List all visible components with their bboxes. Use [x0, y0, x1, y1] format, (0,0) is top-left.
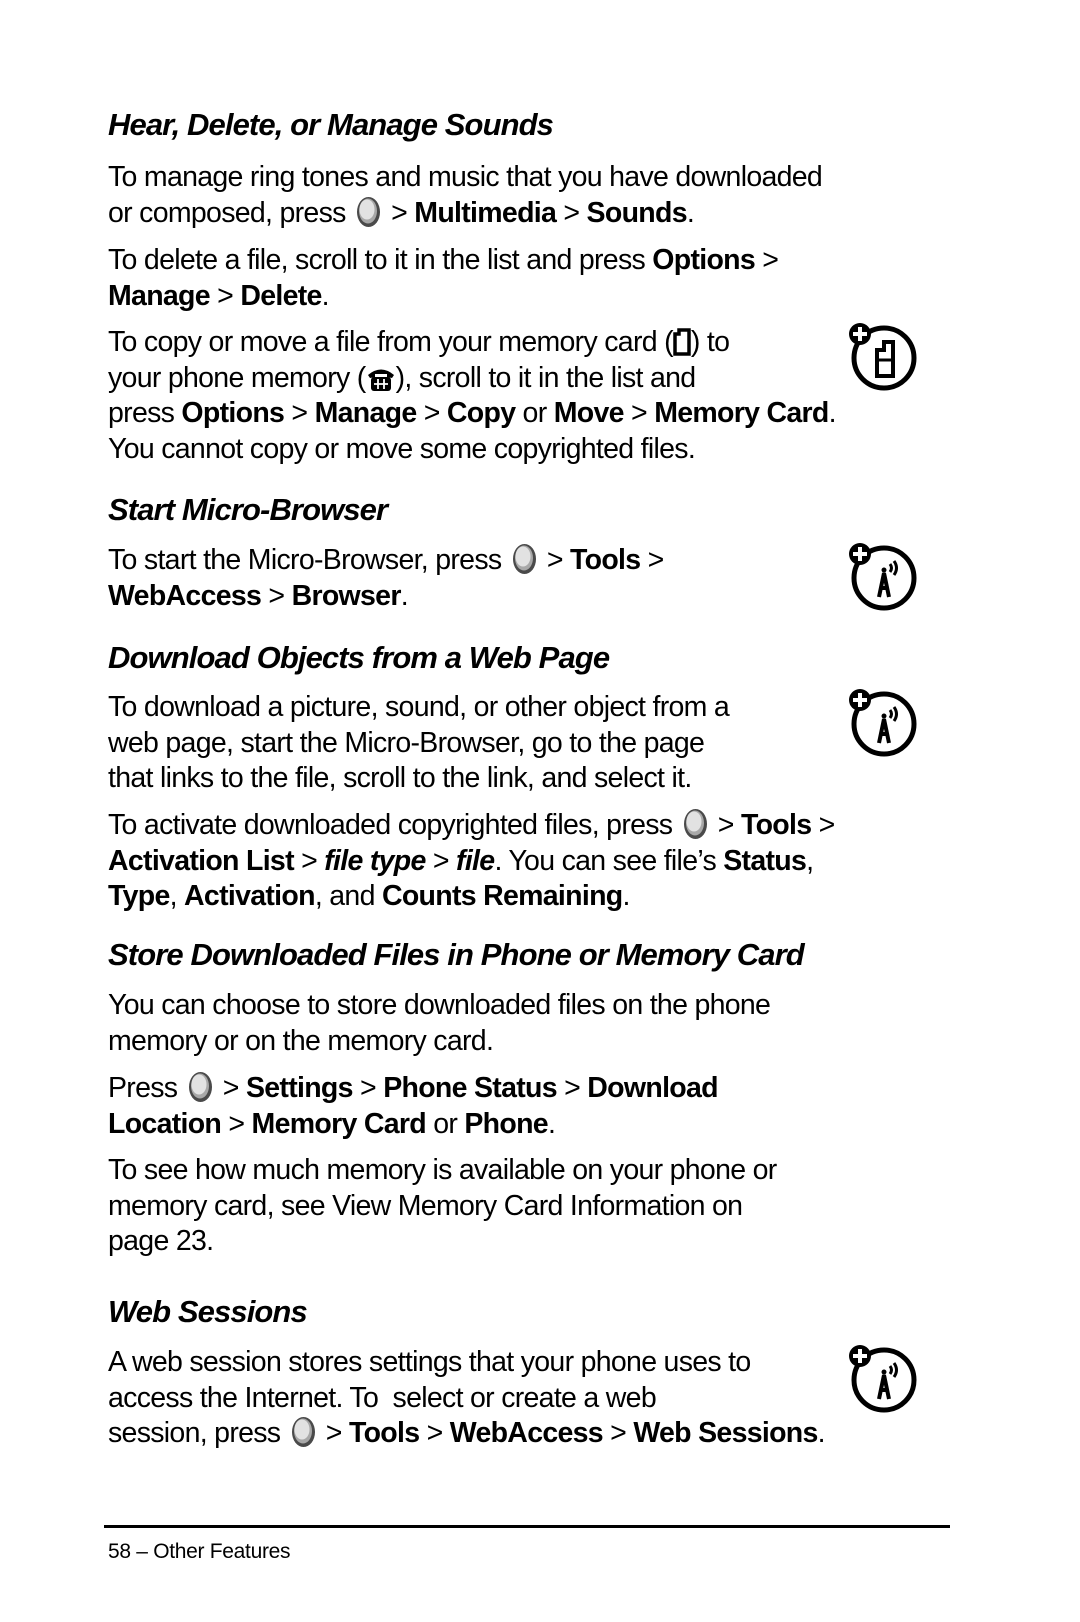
paragraph-activate-files: To activate downloaded copyrighted files…: [108, 808, 835, 912]
paragraph-download-location: Press > Settings > Phone Status > Downlo…: [108, 1071, 719, 1140]
menu-path-manage: Manage: [108, 279, 211, 312]
optional-feature-network-icon: [846, 686, 918, 758]
menu-path-sounds: Sounds: [586, 196, 688, 229]
paragraph-store-files: You can choose to store downloaded files…: [108, 989, 771, 1057]
phone-memory-icon: [367, 369, 394, 391]
section-heading-start-browser: Start Micro-Browser: [108, 492, 388, 527]
section-heading-download-objects: Download Objects from a Web Page: [108, 640, 610, 675]
menu-key-icon: [512, 543, 537, 575]
section-heading-web-sessions: Web Sessions: [108, 1294, 308, 1329]
menu-key-icon: [356, 196, 381, 228]
optional-feature-memory-card-icon: [846, 320, 918, 392]
paragraph-web-sessions: A web session stores settings that your …: [108, 1346, 826, 1449]
menu-path-options: Options: [652, 244, 756, 276]
menu-key-icon: [188, 1071, 213, 1103]
section-heading-manage-sounds: Hear, Delete, or Manage Sounds: [108, 107, 554, 142]
memory-card-icon: [673, 328, 691, 356]
paragraph-copy-move: To copy or move a file from your memory …: [108, 326, 837, 465]
menu-path-delete: Delete: [240, 279, 322, 312]
page-reference-link: page 23.: [108, 1225, 214, 1257]
paragraph-download-objects: To download a picture, sound, or other o…: [108, 691, 730, 794]
paragraph-manage-sounds: To manage ring tones and music that you …: [108, 161, 823, 229]
menu-key-icon: [291, 1416, 316, 1448]
optional-feature-network-icon: [846, 1342, 918, 1414]
paragraph-delete-file: To delete a file, scroll to it in the li…: [108, 244, 779, 312]
menu-path-multimedia: Multimedia: [414, 196, 557, 229]
section-heading-store-files: Store Downloaded Files in Phone or Memor…: [108, 937, 805, 972]
paragraph-memory-info: To see how much memory is available on y…: [108, 1154, 777, 1257]
paragraph-start-browser: To start the Micro-Browser, press > Tool…: [108, 543, 664, 612]
page-footer: 58 – Other Features: [108, 1540, 291, 1563]
menu-key-icon: [683, 808, 708, 840]
footer-divider: [104, 1525, 950, 1528]
optional-feature-network-icon: [846, 540, 918, 612]
